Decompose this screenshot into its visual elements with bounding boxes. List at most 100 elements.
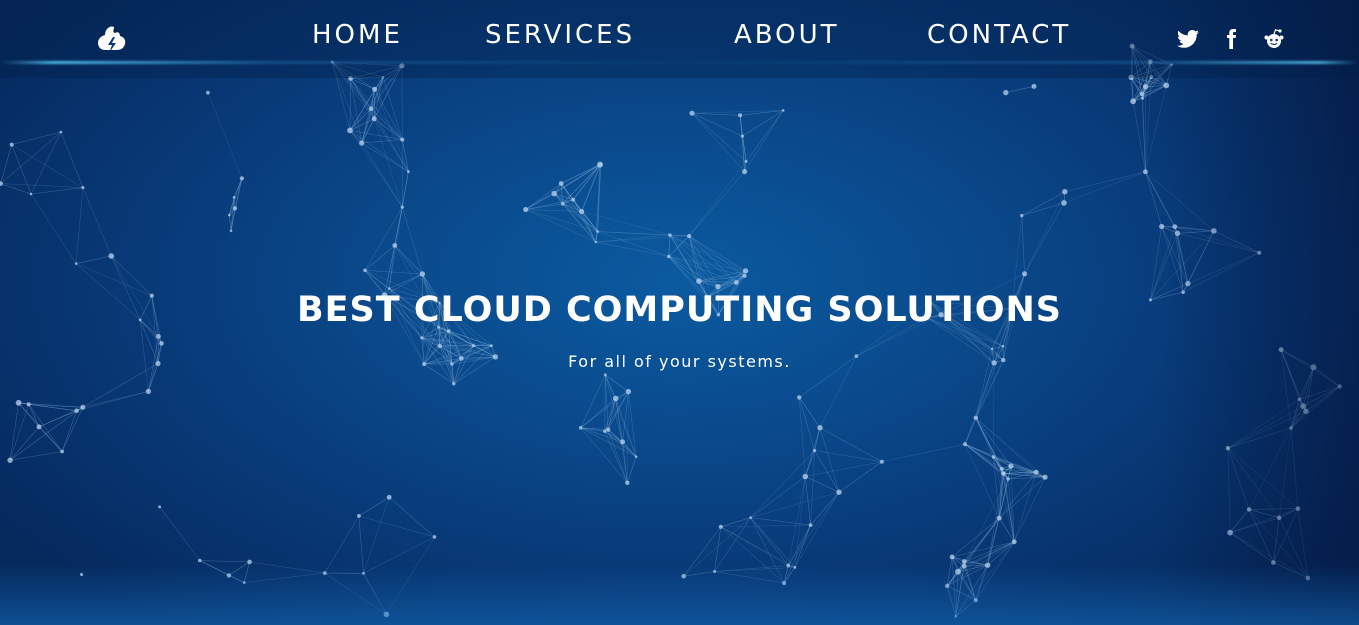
network-line bbox=[361, 118, 375, 144]
facebook-icon[interactable] bbox=[1219, 27, 1243, 51]
network-line bbox=[553, 193, 597, 243]
network-node bbox=[359, 140, 365, 146]
network-node bbox=[687, 233, 692, 239]
network-node bbox=[1003, 89, 1009, 96]
network-line bbox=[580, 398, 616, 429]
network-node bbox=[1033, 469, 1039, 475]
network-node bbox=[229, 229, 233, 233]
network-node bbox=[620, 439, 626, 445]
network-line bbox=[688, 171, 745, 237]
network-line bbox=[597, 231, 669, 257]
network-node bbox=[962, 442, 968, 447]
network-line bbox=[9, 404, 29, 461]
network-node bbox=[1006, 477, 1010, 481]
network-line bbox=[1227, 448, 1280, 518]
network-node bbox=[9, 142, 14, 147]
network-node bbox=[605, 427, 611, 432]
network-node bbox=[718, 524, 723, 529]
network-node bbox=[797, 395, 802, 400]
network-node bbox=[879, 459, 884, 464]
network-node bbox=[368, 106, 374, 111]
network-line bbox=[1213, 230, 1260, 254]
network-line bbox=[668, 256, 737, 283]
network-node bbox=[560, 202, 565, 206]
network-node bbox=[357, 514, 361, 518]
reddit-icon[interactable] bbox=[1262, 27, 1286, 51]
network-line bbox=[975, 541, 1015, 601]
nav-link-services[interactable]: SERVICES bbox=[485, 20, 635, 50]
network-node bbox=[1305, 575, 1311, 581]
network-node bbox=[372, 86, 378, 92]
network-node bbox=[232, 196, 236, 199]
network-line bbox=[0, 183, 83, 188]
network-node bbox=[740, 134, 745, 138]
network-node bbox=[681, 573, 686, 579]
network-node bbox=[578, 426, 583, 430]
network-line bbox=[744, 110, 784, 172]
network-node bbox=[232, 206, 238, 211]
network-node bbox=[817, 425, 823, 431]
network-node bbox=[226, 573, 232, 578]
network-line bbox=[955, 541, 1015, 617]
network-node bbox=[1002, 471, 1006, 475]
network-line bbox=[11, 144, 84, 188]
network-line bbox=[364, 270, 423, 275]
network-line bbox=[1305, 367, 1314, 412]
network-line bbox=[10, 451, 63, 461]
network-line bbox=[1230, 517, 1280, 533]
network-node bbox=[742, 273, 747, 278]
network-line bbox=[1021, 191, 1065, 216]
network-line bbox=[229, 215, 232, 231]
nav-link-contact[interactable]: CONTACT bbox=[927, 20, 1071, 50]
network-line bbox=[389, 497, 435, 538]
network-line bbox=[975, 417, 994, 458]
network-node bbox=[1246, 507, 1252, 512]
nav-link-about[interactable]: ABOUT bbox=[734, 20, 840, 50]
network-node bbox=[400, 137, 405, 142]
network-node bbox=[813, 448, 817, 453]
network-node bbox=[198, 558, 202, 563]
network-line bbox=[595, 163, 602, 243]
network-node bbox=[239, 176, 244, 181]
network-node bbox=[7, 457, 13, 463]
network-node bbox=[808, 523, 813, 527]
network-node bbox=[603, 429, 607, 433]
network-node bbox=[80, 572, 84, 577]
network-node bbox=[156, 334, 161, 339]
network-line bbox=[76, 255, 112, 264]
network-line bbox=[1227, 448, 1231, 533]
network-line bbox=[159, 506, 201, 561]
network-node bbox=[1225, 446, 1231, 451]
network-node bbox=[786, 563, 791, 568]
network-node bbox=[1159, 223, 1165, 230]
network-node bbox=[1130, 98, 1136, 105]
network-line bbox=[964, 478, 1009, 562]
network-line bbox=[720, 526, 789, 566]
network-line bbox=[688, 235, 745, 277]
network-node bbox=[742, 268, 749, 274]
nav-link-home[interactable]: HOME bbox=[312, 20, 403, 50]
network-node bbox=[145, 388, 151, 394]
network-line bbox=[946, 556, 953, 586]
network-line bbox=[691, 112, 743, 137]
network-line bbox=[838, 461, 883, 493]
network-line bbox=[964, 362, 995, 445]
network-line bbox=[30, 131, 62, 195]
network-node bbox=[386, 494, 392, 500]
network-node bbox=[599, 162, 603, 166]
network-node bbox=[1257, 250, 1262, 255]
network-node bbox=[625, 388, 632, 395]
logo-cloud-lightning-icon[interactable] bbox=[96, 22, 128, 56]
twitter-icon[interactable] bbox=[1176, 27, 1200, 51]
network-line bbox=[745, 110, 784, 162]
network-node bbox=[81, 186, 85, 190]
network-line bbox=[1174, 226, 1214, 232]
network-node bbox=[383, 611, 390, 618]
network-line bbox=[199, 560, 250, 563]
network-node bbox=[579, 208, 585, 215]
network-node bbox=[74, 408, 79, 414]
network-node bbox=[596, 230, 599, 233]
network-line bbox=[810, 492, 840, 526]
network-line bbox=[30, 187, 83, 195]
network-line bbox=[572, 199, 597, 243]
